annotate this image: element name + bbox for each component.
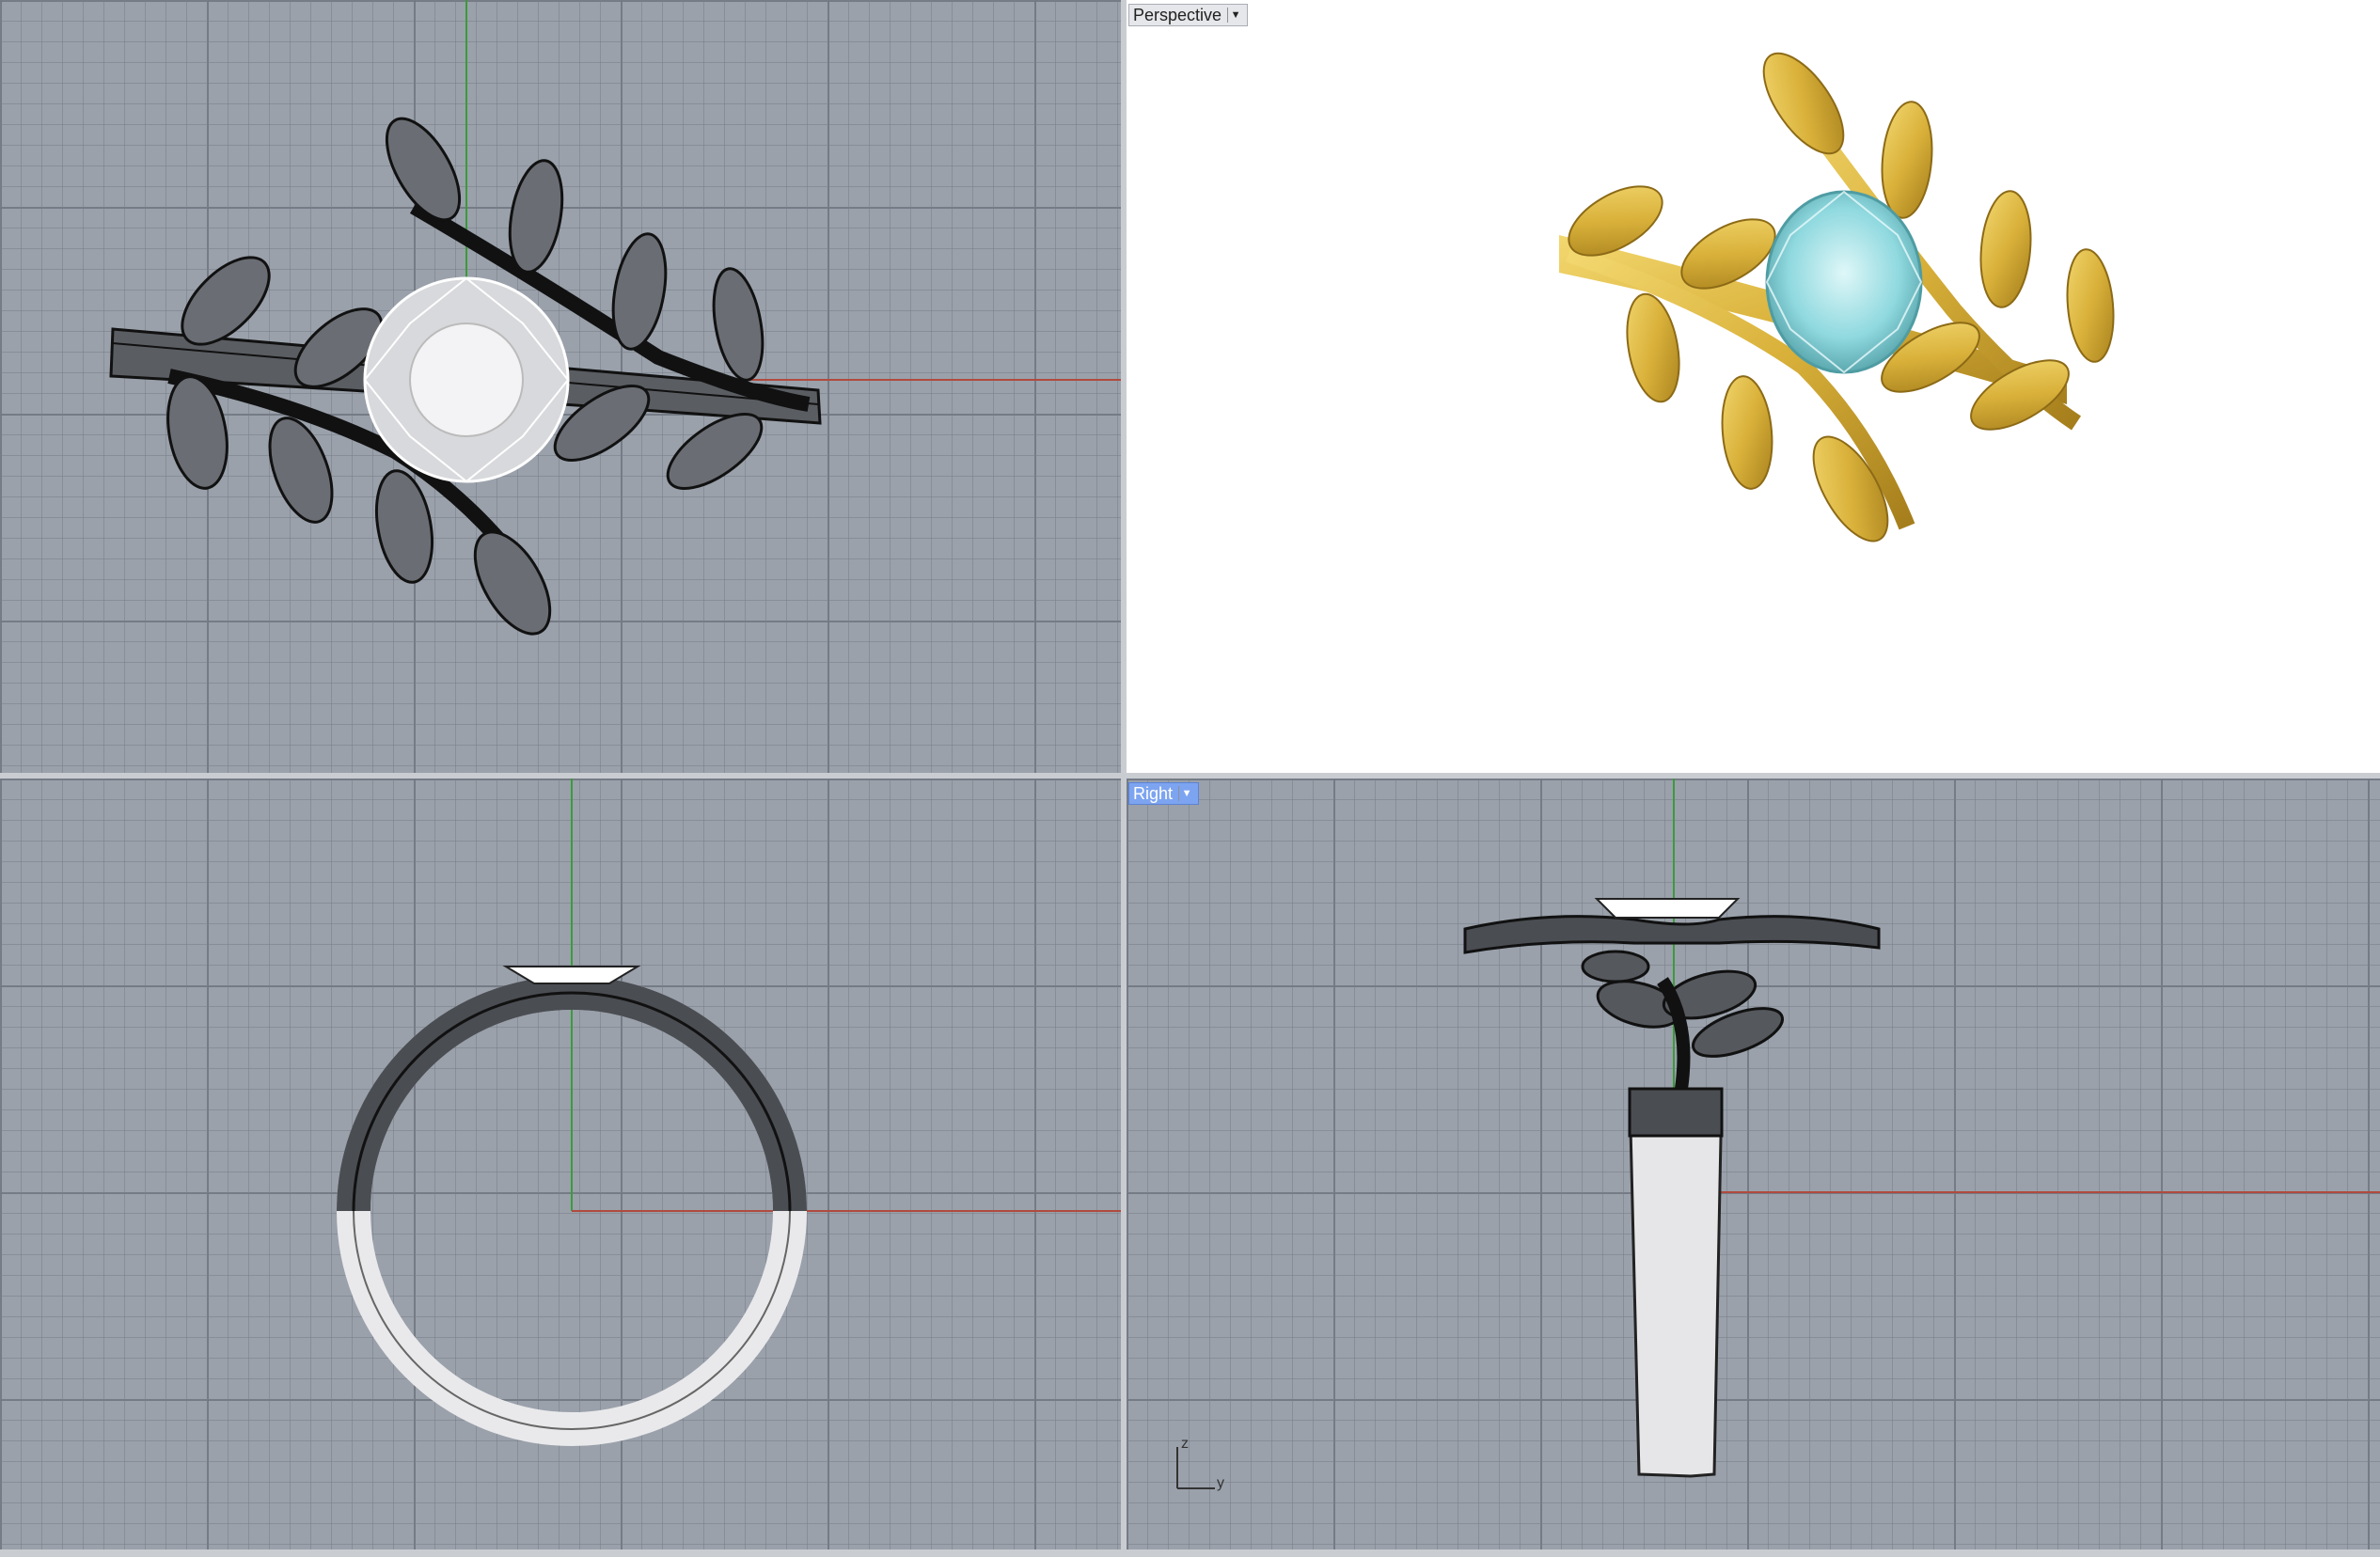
gem-profile <box>1594 898 1741 919</box>
axis-indicator: z y <box>1172 1436 1237 1498</box>
shank-side <box>1628 1087 1724 1478</box>
rhino-four-viewport-layout: Perspective ▼ Right ▼ z y <box>0 0 2380 1557</box>
right-view-canvas <box>1463 778 2380 1478</box>
front-viewport[interactable] <box>0 778 1121 1549</box>
top-viewport[interactable] <box>0 0 1121 773</box>
top-view-canvas <box>109 0 1121 636</box>
perspective-render <box>1559 52 2115 543</box>
y-axis-label: y <box>1217 1475 1224 1491</box>
leaf-spread-side <box>1463 915 1881 954</box>
right-viewport[interactable]: Right ▼ z y <box>1127 778 2380 1549</box>
perspective-viewport[interactable]: Perspective ▼ <box>1127 0 2380 773</box>
gem-wire <box>363 276 570 483</box>
aqua-gem <box>1765 190 1923 374</box>
front-view-canvas <box>337 778 1121 1446</box>
z-axis-label: z <box>1181 1436 1189 1452</box>
